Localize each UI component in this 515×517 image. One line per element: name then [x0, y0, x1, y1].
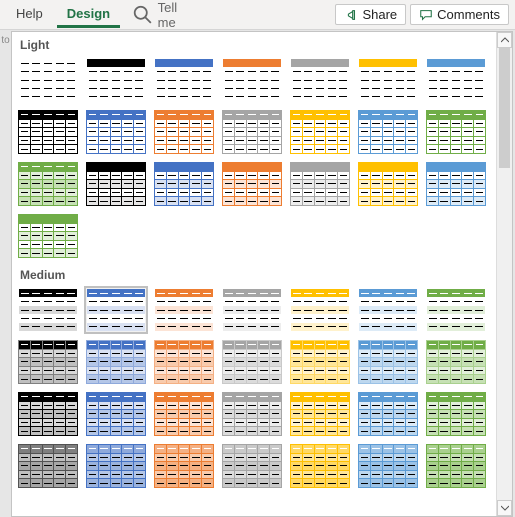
tab-help[interactable]: Help — [6, 2, 53, 28]
share-label: Share — [362, 7, 397, 22]
table-style-medium-1-1[interactable] — [84, 338, 148, 386]
table-style-medium-0-5[interactable] — [356, 286, 420, 334]
chevron-up-icon — [501, 36, 509, 44]
table-style-medium-0-3[interactable] — [220, 286, 284, 334]
table-style-medium-1-0[interactable] — [16, 338, 80, 386]
comments-button[interactable]: Comments — [410, 4, 509, 25]
table-styles-gallery: Light Medium — [11, 31, 513, 517]
share-button[interactable]: Share — [335, 4, 406, 25]
table-style-medium-0-0[interactable] — [16, 286, 80, 334]
scroll-thumb[interactable] — [499, 48, 510, 168]
table-style-light-1-2[interactable] — [152, 108, 216, 156]
table-style-medium-2-2[interactable] — [152, 390, 216, 438]
scroll-down-button[interactable] — [497, 500, 512, 516]
table-style-medium-1-2[interactable] — [152, 338, 216, 386]
table-style-light-3-0[interactable] — [16, 212, 80, 260]
table-style-light-2-5[interactable] — [356, 160, 420, 208]
table-style-medium-2-6[interactable] — [424, 390, 488, 438]
table-style-medium-0-2[interactable] — [152, 286, 216, 334]
table-style-light-1-6[interactable] — [424, 108, 488, 156]
tell-me-search[interactable]: Tell me — [124, 0, 185, 34]
table-style-light-0-2[interactable] — [152, 56, 216, 104]
table-style-medium-1-6[interactable] — [424, 338, 488, 386]
table-style-light-0-4[interactable] — [288, 56, 352, 104]
table-style-medium-2-1[interactable] — [84, 390, 148, 438]
gallery-scroll-area: Light Medium — [12, 32, 496, 516]
search-icon — [132, 4, 154, 26]
table-style-medium-0-1[interactable] — [84, 286, 148, 334]
table-style-medium-1-4[interactable] — [288, 338, 352, 386]
table-style-medium-2-3[interactable] — [220, 390, 284, 438]
table-style-medium-0-4[interactable] — [288, 286, 352, 334]
share-icon — [344, 8, 358, 22]
gallery-grid — [16, 286, 496, 496]
table-style-light-2-0[interactable] — [16, 160, 80, 208]
table-style-medium-0-6[interactable] — [424, 286, 488, 334]
table-style-medium-2-5[interactable] — [356, 390, 420, 438]
table-style-light-1-3[interactable] — [220, 108, 284, 156]
table-style-medium-3-2[interactable] — [152, 442, 216, 490]
comment-icon — [419, 8, 433, 22]
scroll-up-button[interactable] — [497, 32, 512, 48]
ribbon-bar: Help Design Tell me Share Comments — [0, 0, 515, 30]
table-style-light-0-0[interactable] — [16, 56, 80, 104]
table-style-medium-2-0[interactable] — [16, 390, 80, 438]
table-style-light-0-1[interactable] — [84, 56, 148, 104]
table-style-medium-1-3[interactable] — [220, 338, 284, 386]
table-style-light-0-5[interactable] — [356, 56, 420, 104]
table-style-medium-1-5[interactable] — [356, 338, 420, 386]
table-style-light-2-1[interactable] — [84, 160, 148, 208]
gallery-section-label: Medium — [16, 266, 496, 286]
table-style-light-2-3[interactable] — [220, 160, 284, 208]
table-style-medium-3-0[interactable] — [16, 442, 80, 490]
table-style-medium-3-3[interactable] — [220, 442, 284, 490]
gallery-grid — [16, 56, 496, 266]
table-style-light-1-1[interactable] — [84, 108, 148, 156]
table-style-medium-3-5[interactable] — [356, 442, 420, 490]
sheet-fragment: to — [0, 31, 11, 517]
table-style-light-0-6[interactable] — [424, 56, 488, 104]
table-style-light-2-2[interactable] — [152, 160, 216, 208]
table-style-medium-3-4[interactable] — [288, 442, 352, 490]
table-style-medium-3-6[interactable] — [424, 442, 488, 490]
scroll-track[interactable] — [497, 48, 512, 500]
table-style-light-2-6[interactable] — [424, 160, 488, 208]
comments-label: Comments — [437, 7, 500, 22]
table-style-light-0-3[interactable] — [220, 56, 284, 104]
table-style-light-1-4[interactable] — [288, 108, 352, 156]
tab-design[interactable]: Design — [57, 2, 120, 28]
chevron-down-icon — [501, 504, 509, 512]
table-style-light-1-0[interactable] — [16, 108, 80, 156]
tell-me-label: Tell me — [158, 0, 178, 30]
table-style-medium-2-4[interactable] — [288, 390, 352, 438]
table-style-medium-3-1[interactable] — [84, 442, 148, 490]
table-style-light-2-4[interactable] — [288, 160, 352, 208]
gallery-scrollbar[interactable] — [496, 32, 512, 516]
gallery-section-label: Light — [16, 36, 496, 56]
table-style-light-1-5[interactable] — [356, 108, 420, 156]
